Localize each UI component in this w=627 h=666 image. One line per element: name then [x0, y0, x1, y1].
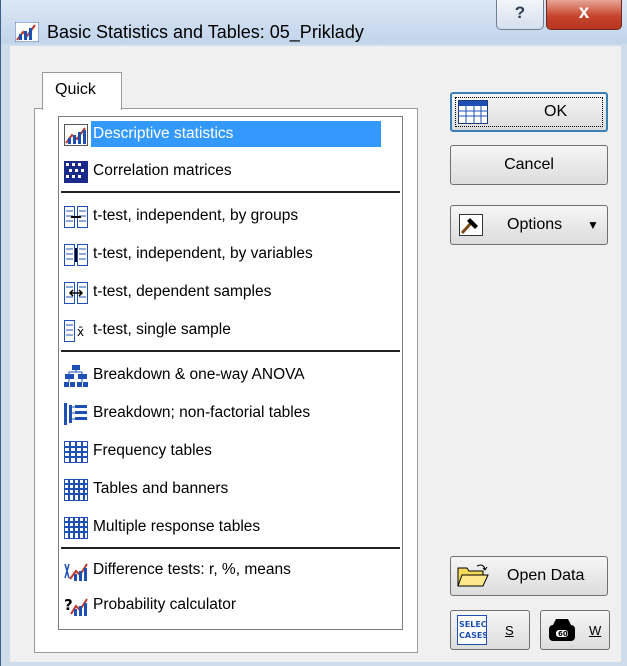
list-item-ttest-single[interactable]: x̄ t-test, single sample: [61, 313, 401, 347]
list-item-label: Correlation matrices: [93, 162, 232, 179]
list-item-label: Difference tests: r, %, means: [93, 561, 291, 578]
ok-button[interactable]: OK: [450, 92, 608, 132]
cancel-label: Cancel: [504, 156, 554, 173]
frequency-table-icon: [64, 441, 88, 463]
svg-text:?: ?: [64, 596, 73, 614]
multiple-response-icon: [64, 517, 88, 539]
open-data-label: Open Data: [507, 567, 585, 584]
list-item-breakdown-nonfactorial[interactable]: Breakdown; non-factorial tables: [61, 396, 401, 430]
analysis-list[interactable]: Descriptive statistics Correlation matri…: [58, 116, 403, 630]
window-title: Basic Statistics and Tables: 05_Priklady: [47, 22, 364, 42]
weight-button[interactable]: 60 W: [540, 610, 610, 650]
chevron-down-icon: ▼: [587, 218, 599, 232]
list-item-label: t-test, independent, by groups: [93, 207, 299, 224]
select-cases-shortcut: S: [505, 623, 514, 638]
weight-icon: 60: [547, 617, 577, 643]
title-bar[interactable]: Basic Statistics and Tables: 05_Priklady…: [1, 0, 627, 44]
tables-banners-icon: [64, 479, 88, 501]
ttest-dependent-icon: [64, 282, 88, 304]
close-icon: x: [578, 2, 590, 23]
options-button[interactable]: Options ▼: [450, 205, 608, 245]
open-folder-icon: [457, 563, 489, 589]
svg-text:CASES: CASES: [459, 631, 487, 640]
cancel-button[interactable]: Cancel: [450, 145, 608, 185]
list-separator: [61, 547, 400, 549]
list-item-label: t-test, dependent samples: [93, 283, 272, 300]
open-data-button[interactable]: Open Data: [450, 556, 608, 596]
list-item-difference-tests[interactable]: Difference tests: r, %, means: [61, 553, 401, 587]
options-icon: [459, 214, 483, 236]
correlation-matrix-icon: [64, 161, 88, 183]
list-item-descriptive-statistics[interactable]: Descriptive statistics: [61, 117, 401, 151]
list-separator: [61, 350, 400, 352]
list-item-breakdown-anova[interactable]: Breakdown & one-way ANOVA: [61, 358, 401, 392]
svg-text:x̄: x̄: [77, 325, 84, 339]
list-item-label: t-test, independent, by variables: [93, 245, 313, 262]
ttest-groups-icon: [64, 206, 88, 228]
list-item-tables-banners[interactable]: Tables and banners: [61, 472, 401, 506]
list-item-label: Breakdown; non-factorial tables: [93, 404, 311, 421]
breakdown-anova-icon: [64, 365, 88, 387]
list-item-label: t-test, single sample: [93, 321, 231, 338]
list-separator: [61, 191, 400, 193]
list-item-label: Descriptive statistics: [91, 121, 381, 147]
spreadsheet-icon: [458, 100, 488, 124]
tab-quick-label: Quick: [55, 81, 96, 98]
close-button[interactable]: x: [546, 0, 622, 30]
svg-text:SELECT: SELECT: [459, 620, 487, 629]
list-item-correlation-matrices[interactable]: Correlation matrices: [61, 154, 401, 188]
ttest-variables-icon: [64, 244, 88, 266]
select-cases-icon: SELECT CASES: [457, 615, 487, 645]
list-item-label: Frequency tables: [93, 442, 212, 459]
help-button[interactable]: ?: [496, 0, 544, 30]
list-item-multiple-response[interactable]: Multiple response tables: [61, 510, 401, 544]
list-item-label: Probability calculator: [93, 596, 237, 613]
ok-label: OK: [544, 103, 568, 120]
list-item-label: Breakdown & one-way ANOVA: [93, 366, 305, 383]
weight-shortcut: W: [589, 623, 602, 638]
list-item-probability-calculator[interactable]: ? Probability calculator: [61, 588, 401, 622]
list-item-label: Multiple response tables: [93, 518, 261, 535]
list-item-ttest-variables[interactable]: t-test, independent, by variables: [61, 237, 401, 271]
list-item-frequency-tables[interactable]: Frequency tables: [61, 434, 401, 468]
tab-quick[interactable]: Quick: [42, 72, 122, 110]
select-cases-button[interactable]: SELECT CASES S: [450, 610, 530, 650]
breakdown-nonfactorial-icon: [64, 403, 88, 425]
descriptive-stats-icon: [64, 124, 88, 146]
help-icon: ?: [514, 3, 526, 22]
ttest-single-icon: x̄: [64, 320, 88, 342]
list-item-ttest-dependent[interactable]: t-test, dependent samples: [61, 275, 401, 309]
difference-tests-icon: [64, 560, 88, 582]
probability-calculator-icon: ?: [64, 595, 88, 617]
svg-text:60: 60: [558, 630, 568, 638]
options-label: Options: [507, 216, 563, 233]
list-item-ttest-groups[interactable]: t-test, independent, by groups: [61, 199, 401, 233]
list-item-label: Tables and banners: [93, 480, 229, 497]
statistics-app-icon: [15, 22, 39, 42]
